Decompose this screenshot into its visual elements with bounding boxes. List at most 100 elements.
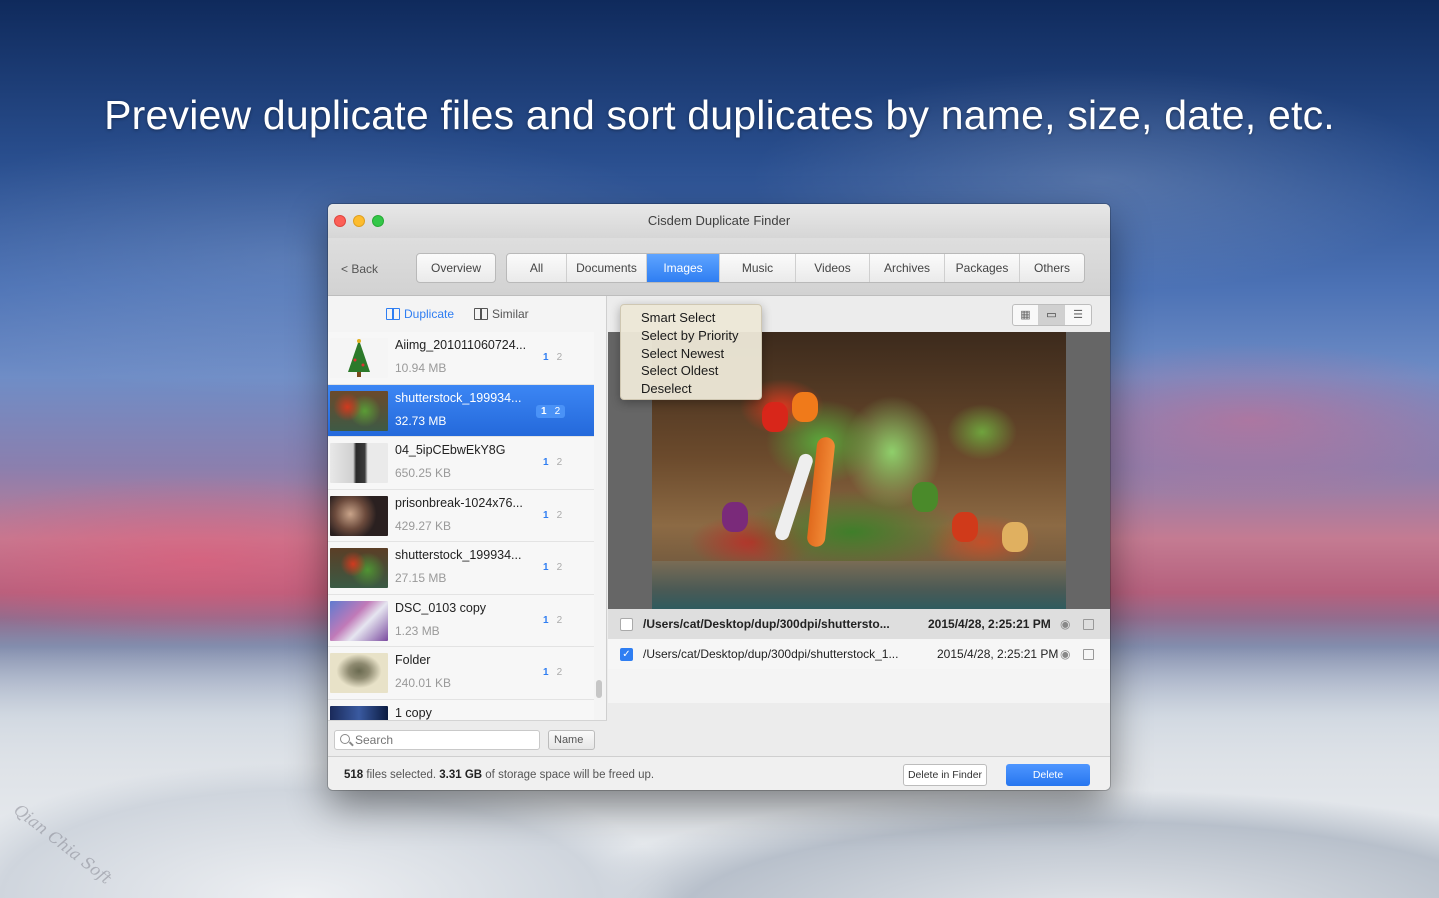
search-icon [340,734,350,744]
delete-in-finder-button[interactable]: Delete in Finder [903,764,987,786]
duplicate-count-badge: 12 [543,509,563,521]
duplicate-count-badge: 12 [536,404,566,418]
photo-onion [1002,522,1028,552]
menu-item-smart-select[interactable]: Smart Select [621,309,761,327]
photo-zucchini [912,482,938,512]
file-name: 1 copy [395,705,432,720]
file-size: 650.25 KB [395,466,452,480]
file-row-selected[interactable]: shutterstock_199934... 32.73 MB 12 [328,384,594,437]
file-row[interactable]: shutterstock_199934... 27.15 MB 12 [328,542,594,595]
tab-documents[interactable]: Documents [567,254,647,282]
file-name: Folder [395,653,431,667]
freed-size: 3.31 GB [439,769,483,781]
file-name: Aiimg_201011060724... [395,338,527,352]
file-thumbnail [330,705,388,720]
file-row[interactable]: 1 copy 12 [328,699,594,720]
file-size: 32.73 MB [395,413,447,428]
file-thumbnail [330,548,388,588]
similar-icon [474,308,488,320]
window-controls [334,215,384,227]
tab-others[interactable]: Others [1020,254,1084,282]
sort-select[interactable]: Name ▲▼ [548,730,595,763]
tab-music[interactable]: Music [720,254,796,282]
tab-packages[interactable]: Packages [945,254,1020,282]
duplicate-mode-button[interactable]: Duplicate [386,307,454,321]
toolbar: < Back Overview All Documents Images Mus… [328,238,1110,296]
file-name: prisonbreak-1024x76... [395,495,523,510]
file-thumbnail [330,390,388,431]
summary-text-a: files selected. [363,769,440,781]
eye-icon[interactable]: ◉ [1060,617,1070,631]
similar-mode-label: Similar [492,307,529,321]
photo-eggplant [722,502,748,532]
selection-summary: 518 files selected. 3.31 GB of storage s… [344,769,654,781]
menu-item-select-newest[interactable]: Select Newest [621,345,761,363]
zoom-window-button[interactable] [372,215,384,227]
marketing-headline: Preview duplicate files and sort duplica… [104,92,1335,138]
file-size: 1.23 MB [395,623,440,638]
path-checkbox-checked[interactable]: ✓ [620,647,633,661]
menu-item-select-by-priority[interactable]: Select by Priority [621,327,761,345]
minimize-window-button[interactable] [353,215,365,227]
search-input[interactable] [334,730,540,750]
close-window-button[interactable] [334,215,346,227]
path-checkbox[interactable] [620,617,633,631]
tab-images[interactable]: Images [647,254,720,282]
file-name: DSC_0103 copy [395,600,487,615]
menu-item-deselect[interactable]: Deselect [621,380,761,398]
file-thumbnail [330,443,388,483]
grid-view-icon[interactable]: ▦ [1013,305,1039,325]
duplicate-mode-label: Duplicate [404,307,455,321]
reveal-in-finder-icon[interactable] [1083,648,1094,660]
photo-pepper [792,392,818,422]
duplicate-file-list: Aiimg_201011060724... 10.94 MB 12 shutte… [328,332,594,720]
file-thumbnail [330,338,388,378]
view-mode-toggle: ▦ ▭ ☰ [1012,304,1092,326]
file-size: 429.27 KB [395,518,452,533]
menu-item-select-oldest[interactable]: Select Oldest [621,362,761,380]
duplicate-count-badge: 12 [543,457,563,468]
list-view-icon[interactable]: ☰ [1065,305,1091,325]
summary-text-b: of storage space will be freed up. [482,769,655,781]
selected-count: 518 [344,769,364,781]
duplicate-paths-list: /Users/cat/Desktop/dup/300dpi/shuttersto… [608,609,1110,703]
file-date: 2015/4/28, 2:25:21 PM [937,647,1059,661]
reveal-in-finder-icon[interactable] [1083,618,1094,630]
tab-archives[interactable]: Archives [870,254,945,282]
duplicate-icon [386,308,400,320]
file-row[interactable]: Folder 240.01 KB 12 [328,647,594,700]
list-scrollbar[interactable] [596,680,602,698]
delete-button[interactable]: Delete [1006,764,1090,786]
window-title: Cisdem Duplicate Finder [647,213,791,228]
file-row[interactable]: prisonbreak-1024x76... 429.27 KB 12 [328,489,594,542]
duplicate-count-badge: 12 [543,614,563,626]
file-row[interactable]: Aiimg_201011060724... 10.94 MB 12 [328,332,594,385]
file-row[interactable]: DSC_0103 copy 1.23 MB 12 [328,594,594,647]
tab-all[interactable]: All [507,254,567,282]
path-row[interactable]: ✓ /Users/cat/Desktop/dup/300dpi/shutters… [608,639,1110,669]
file-path: /Users/cat/Desktop/dup/300dpi/shuttersto… [643,647,899,661]
photo-carrot [806,436,836,548]
similar-mode-button[interactable]: Similar [474,307,529,321]
preview-pane: Smart Select Select by Priority Select N… [608,296,1110,756]
title-bar: Cisdem Duplicate Finder [328,204,1110,238]
photo-pepper [762,402,788,432]
search-bar: Name ▲▼ [328,720,607,763]
mode-switch: Duplicate Similar [328,296,606,332]
file-size: 240.01 KB [395,676,452,690]
file-date: 2015/4/28, 2:25:21 PM [928,617,1051,631]
overview-button[interactable]: Overview [416,253,496,283]
file-name: shutterstock_199934... [395,390,522,405]
file-list-pane: Duplicate Similar Aiimg_201011060724... … [328,296,607,763]
file-size: 10.94 MB [395,361,447,375]
file-row[interactable]: 04_5ipCEbwEkY8G 650.25 KB 12 [328,437,594,490]
file-size: 27.15 MB [395,571,447,585]
path-row[interactable]: /Users/cat/Desktop/dup/300dpi/shuttersto… [608,609,1110,639]
app-window: Cisdem Duplicate Finder < Back Overview … [328,204,1110,790]
eye-icon[interactable]: ◉ [1060,647,1070,661]
tab-videos[interactable]: Videos [796,254,870,282]
category-tabs: All Documents Images Music Videos Archiv… [506,253,1085,283]
back-button[interactable]: < Back [341,262,378,276]
file-name: shutterstock_199934... [395,548,522,562]
preview-view-icon[interactable]: ▭ [1039,305,1065,325]
